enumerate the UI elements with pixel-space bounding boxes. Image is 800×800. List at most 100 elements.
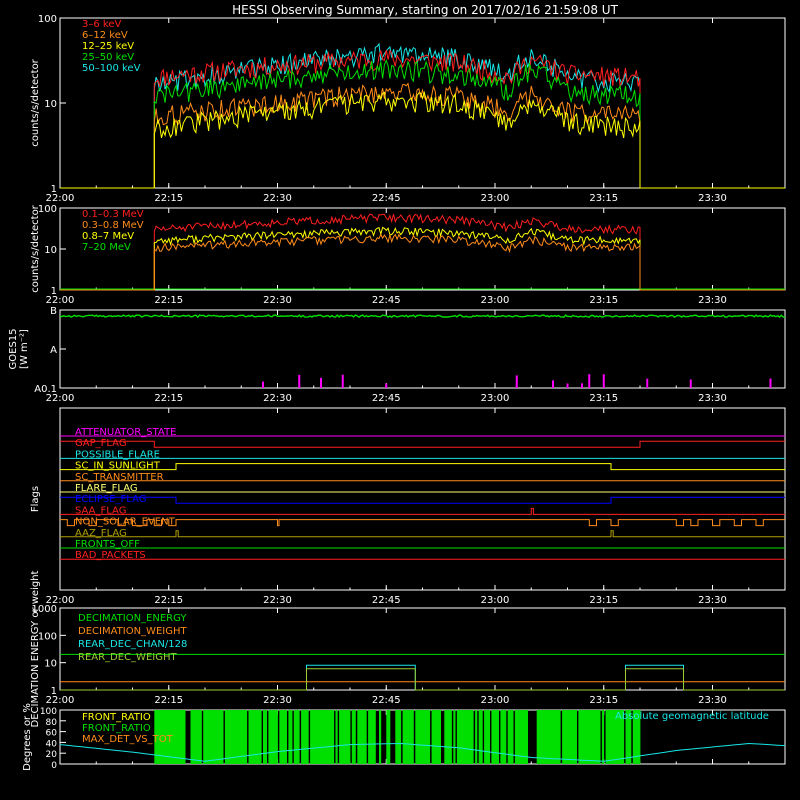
x-tick-label: 22:45 — [372, 295, 401, 306]
y-axis-unit: [W m⁻²] — [19, 329, 30, 369]
flag-label: GAP_FLAG — [75, 438, 127, 449]
legend-entry: MAX_DET_VS_TOT — [82, 734, 174, 745]
y-tick-label: A0.1 — [34, 384, 57, 395]
front-ratio-bar — [364, 710, 367, 764]
y-tick-label: 1 — [51, 286, 57, 297]
front-ratio-bar — [348, 710, 351, 764]
front-ratio-bar — [500, 710, 503, 764]
y-axis-label: counts/s/detector — [30, 58, 41, 146]
front-ratio-bar — [297, 710, 300, 764]
front-ratio-bar — [210, 710, 213, 764]
front-ratio-bar — [572, 710, 576, 764]
x-tick-label: 23:30 — [698, 295, 727, 306]
legend-entry: 50–100 keV — [82, 63, 141, 74]
front-ratio-bar — [427, 710, 431, 764]
front-ratio-bar — [456, 710, 460, 764]
legend-entry: 3–6 keV — [82, 19, 121, 30]
x-tick-label: 23:00 — [481, 193, 510, 204]
x-tick-label: 22:30 — [263, 393, 292, 404]
y-tick-label: 80 — [46, 718, 58, 728]
front-ratio-bar — [449, 710, 452, 764]
front-ratio-bar — [311, 710, 315, 764]
x-tick-label: 22:30 — [263, 695, 292, 706]
legend-entry: 25–50 keV — [82, 52, 134, 63]
front-ratio-bar — [284, 710, 287, 764]
y-axis-label: Flags — [30, 486, 41, 512]
x-tick-label: 22:30 — [263, 295, 292, 306]
x-tick-label: 22:15 — [154, 393, 183, 404]
front-ratio-bar — [388, 710, 391, 764]
x-tick-label: 23:30 — [698, 193, 727, 204]
front-ratio-bar — [511, 710, 514, 764]
x-tick-label: 22:15 — [154, 295, 183, 306]
front-ratio-bar — [475, 710, 478, 764]
front-ratio-bar — [485, 710, 489, 764]
x-tick-label: 23:00 — [481, 295, 510, 306]
front-ratio-bar — [525, 710, 528, 764]
front-ratio-bar — [543, 710, 547, 764]
legend-entry: 6–12 keV — [82, 30, 128, 41]
legend-entry: DECIMATION_WEIGHT — [78, 626, 187, 637]
front-ratio-bar — [496, 710, 499, 764]
y-tick-label: A — [50, 345, 57, 356]
front-ratio-bar — [598, 710, 601, 764]
legend-entry: 7–20 MeV — [82, 242, 131, 253]
legend-entry: REAR_DEC_WEIGHT — [78, 652, 177, 663]
y-tick-label: 10 — [44, 245, 57, 256]
y-tick-label: 100 — [40, 707, 57, 717]
legend-entry: DECIMATION_ENERGY — [78, 613, 187, 624]
y-tick-label: B — [50, 306, 57, 317]
front-ratio-bar — [601, 710, 605, 764]
front-ratio-bar — [326, 710, 329, 764]
front-ratio-bar — [353, 710, 356, 764]
y-tick-label: 20 — [46, 750, 58, 760]
front-ratio-bar — [335, 710, 338, 764]
front-ratio-bar — [264, 710, 267, 764]
front-ratio-bar — [253, 710, 257, 764]
x-tick-label: 22:15 — [154, 193, 183, 204]
front-ratio-bar — [487, 710, 490, 764]
legend-entry: REAR_DEC_CHAN/128 — [78, 639, 187, 650]
flag-label: ECLIPSE_FLAG — [75, 494, 146, 505]
front-ratio-bar — [438, 710, 441, 764]
y-tick-label: 10 — [44, 99, 57, 110]
x-tick-label: 22:45 — [372, 193, 401, 204]
front-ratio-bar — [268, 710, 271, 764]
front-ratio-bar — [379, 710, 382, 764]
legend-entry: 0.1–0.3 MeV — [82, 209, 144, 220]
x-tick-label: 23:00 — [481, 393, 510, 404]
front-ratio-bar — [195, 710, 199, 764]
front-ratio-bar — [471, 710, 474, 764]
x-tick-label: 23:00 — [481, 695, 510, 706]
y-tick-label: 1 — [51, 686, 57, 697]
front-ratio-bar — [587, 710, 590, 764]
x-tick-label: 22:45 — [372, 393, 401, 404]
x-tick-label: 23:30 — [698, 393, 727, 404]
y-tick-label: 10 — [44, 659, 57, 670]
legend-entry: FRONT_RATIO — [82, 712, 151, 723]
front-ratio-bar — [259, 710, 262, 764]
x-tick-label: 23:15 — [589, 193, 618, 204]
y-axis-label: Degrees or % — [22, 703, 33, 771]
front-ratio-bar — [221, 710, 224, 764]
x-tick-label: 23:15 — [589, 695, 618, 706]
y-tick-label: 60 — [46, 729, 58, 739]
front-ratio-bar — [183, 710, 186, 764]
y-tick-label: 40 — [46, 739, 58, 749]
front-ratio-bar — [504, 710, 507, 764]
x-tick-label: 22:15 — [154, 595, 183, 606]
legend-entry: 12–25 keV — [82, 41, 134, 52]
front-ratio-bar — [282, 710, 286, 764]
front-ratio-bar — [331, 710, 335, 764]
front-ratio-bar — [306, 710, 309, 764]
plot-title: HESSI Observing Summary, starting on 201… — [232, 3, 618, 17]
front-ratio-bar — [480, 710, 483, 764]
front-ratio-bar — [199, 710, 202, 764]
y-axis-label: GOES15 — [8, 328, 19, 369]
x-tick-label: 23:15 — [589, 295, 618, 306]
front-ratio-bar — [453, 710, 456, 764]
y-axis-label: counts/s/detector — [30, 204, 41, 292]
front-ratio-bar — [411, 710, 414, 764]
x-tick-label: 22:15 — [154, 695, 183, 706]
legend-entry: Absolute geomagnetic latitude — [615, 711, 769, 722]
